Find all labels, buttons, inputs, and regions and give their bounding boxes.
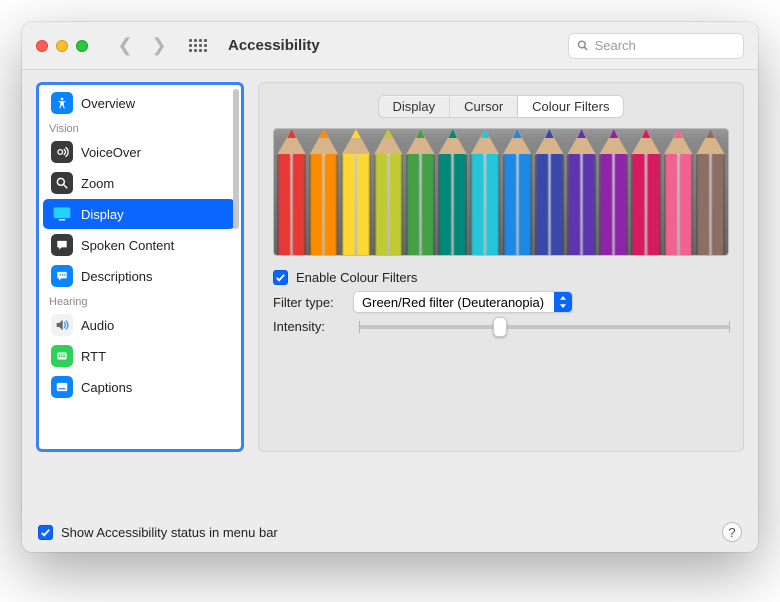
menubar-status-checkbox[interactable] — [38, 525, 53, 540]
zoom-window-button[interactable] — [76, 40, 88, 52]
tab-colour-filters[interactable]: Colour Filters — [518, 96, 623, 117]
window-controls — [36, 40, 88, 52]
footer: Show Accessibility status in menu bar ? — [22, 514, 758, 552]
tab-cursor[interactable]: Cursor — [450, 96, 518, 117]
check-icon — [40, 527, 51, 538]
sidebar-item-label: Audio — [81, 318, 114, 333]
filter-type-label: Filter type: — [273, 295, 345, 310]
accessibility-icon — [51, 92, 73, 114]
sidebar-item-display[interactable]: Display — [43, 199, 235, 229]
search-field[interactable] — [568, 33, 744, 59]
sidebar-item-label: Display — [81, 207, 124, 222]
sidebar-item-label: Descriptions — [81, 269, 153, 284]
sidebar-item-label: VoiceOver — [81, 145, 141, 160]
select-caret — [554, 292, 572, 312]
show-all-icon[interactable] — [186, 34, 210, 58]
tab-display[interactable]: Display — [379, 96, 451, 117]
filter-type-row: Filter type: Green/Red filter (Deuterano… — [273, 291, 729, 313]
intensity-row: Intensity: — [273, 319, 729, 334]
audio-icon — [51, 314, 73, 336]
sidebar-item-spoken-content[interactable]: Spoken Content — [43, 230, 235, 260]
search-input[interactable] — [595, 38, 735, 53]
sidebar-section-vision: Vision — [41, 119, 241, 136]
descriptions-icon — [51, 265, 73, 287]
sidebar-item-label: Captions — [81, 380, 132, 395]
tab-bar: Display Cursor Colour Filters — [378, 95, 625, 118]
pencil — [631, 129, 660, 255]
pencil — [599, 129, 628, 255]
sidebar-scroll-thumb[interactable] — [233, 89, 239, 229]
enable-colour-filters-checkbox[interactable] — [273, 270, 288, 285]
body: Overview Vision VoiceOver Zoom — [22, 70, 758, 514]
zoom-icon — [51, 172, 73, 194]
close-window-button[interactable] — [36, 40, 48, 52]
sidebar-item-label: RTT — [81, 349, 106, 364]
sidebar-item-captions[interactable]: Captions — [43, 372, 235, 402]
up-down-icon — [559, 296, 567, 308]
menubar-status-label: Show Accessibility status in menu bar — [61, 525, 278, 540]
colour-preview — [273, 128, 729, 256]
pencil — [567, 129, 596, 255]
display-icon — [51, 203, 73, 225]
pencil — [374, 129, 403, 255]
filter-type-select[interactable]: Green/Red filter (Deuteranopia) — [353, 291, 573, 313]
window-title: Accessibility — [228, 37, 320, 54]
sidebar-item-rtt[interactable]: RTT — [43, 341, 235, 371]
pencil — [696, 129, 725, 255]
minimize-window-button[interactable] — [56, 40, 68, 52]
pencil — [309, 129, 338, 255]
sidebar: Overview Vision VoiceOver Zoom — [36, 82, 244, 452]
enable-colour-filters-label: Enable Colour Filters — [296, 270, 417, 285]
sidebar-section-hearing: Hearing — [41, 292, 241, 309]
intensity-slider[interactable] — [359, 325, 729, 329]
captions-icon — [51, 376, 73, 398]
enable-row: Enable Colour Filters — [273, 270, 729, 285]
voiceover-icon — [51, 141, 73, 163]
sidebar-scrollbar[interactable] — [233, 89, 239, 445]
intensity-label: Intensity: — [273, 319, 345, 334]
sidebar-item-voiceover[interactable]: VoiceOver — [43, 137, 235, 167]
check-icon — [275, 272, 286, 283]
search-icon — [577, 39, 589, 52]
back-button[interactable]: ❮ — [112, 35, 138, 56]
sidebar-item-descriptions[interactable]: Descriptions — [43, 261, 235, 291]
sidebar-item-audio[interactable]: Audio — [43, 310, 235, 340]
sidebar-item-overview[interactable]: Overview — [43, 88, 235, 118]
pencil — [470, 129, 499, 255]
forward-button[interactable]: ❯ — [146, 35, 172, 56]
help-button[interactable]: ? — [722, 522, 742, 542]
sidebar-item-label: Spoken Content — [81, 238, 174, 253]
pencil — [438, 129, 467, 255]
filter-type-value: Green/Red filter (Deuteranopia) — [354, 295, 554, 310]
sidebar-item-zoom[interactable]: Zoom — [43, 168, 235, 198]
rtt-icon — [51, 345, 73, 367]
pencil — [406, 129, 435, 255]
sidebar-item-label: Overview — [81, 96, 135, 111]
spoken-content-icon — [51, 234, 73, 256]
pencil — [535, 129, 564, 255]
main-panel: Display Cursor Colour Filters Enable Col… — [258, 82, 744, 452]
pencil — [503, 129, 532, 255]
sidebar-item-label: Zoom — [81, 176, 114, 191]
pencil — [664, 129, 693, 255]
pencil — [277, 129, 306, 255]
preferences-window: ❮ ❯ Accessibility Overview Vision — [22, 22, 758, 552]
intensity-thumb[interactable] — [493, 317, 507, 337]
pencil — [341, 129, 370, 255]
titlebar: ❮ ❯ Accessibility — [22, 22, 758, 70]
